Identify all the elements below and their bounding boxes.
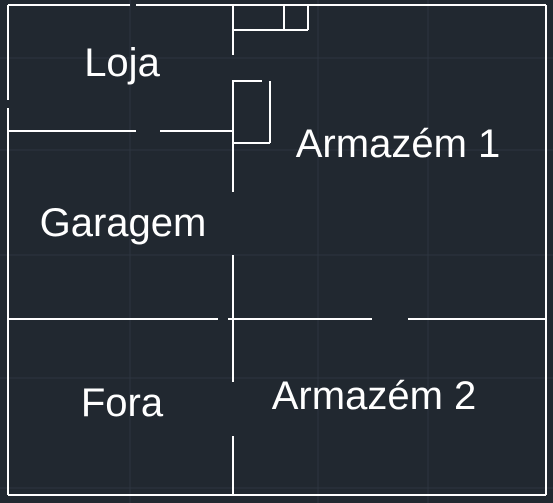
- room-label-garagem: Garagem: [40, 201, 207, 245]
- room-label-fora: Fora: [81, 381, 164, 425]
- room-label-armazem-2: Armazém 2: [272, 374, 477, 418]
- room-label-armazem-1: Armazém 1: [296, 122, 501, 166]
- room-label-loja: Loja: [84, 41, 160, 85]
- floor-plan: Loja Armazém 1 Garagem Fora Armazém 2: [0, 0, 553, 503]
- background-grid: [0, 0, 553, 503]
